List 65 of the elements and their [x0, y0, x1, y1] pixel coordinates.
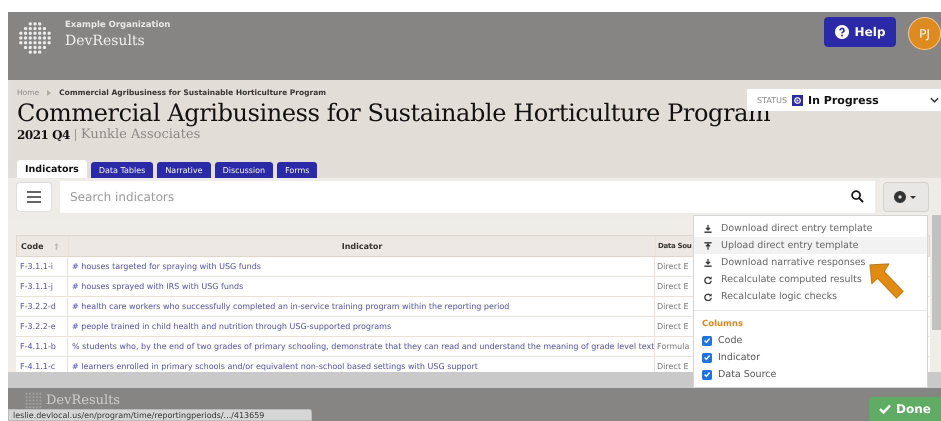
settings-button[interactable]	[883, 182, 929, 212]
indicator-code-link[interactable]: F-4.1.1-c	[20, 362, 56, 371]
help-button[interactable]: Help	[824, 17, 896, 47]
checkbox[interactable]	[702, 352, 712, 362]
column-header[interactable]: Indicator	[342, 242, 382, 250]
indicator-link[interactable]: # houses sprayed with IRS with USG funds	[72, 282, 244, 291]
footer-logo-text: DevResults	[46, 393, 120, 408]
indicator-code-link[interactable]: F-3.1.1-j	[20, 282, 53, 291]
indicator-link[interactable]: # health care workers who successfully completed an in-service training program within the reporting period	[72, 302, 510, 311]
refresh-icon	[704, 276, 712, 284]
checkbox[interactable]	[702, 336, 712, 346]
tab[interactable]: Indicators	[17, 160, 87, 178]
checkbox[interactable]	[702, 370, 712, 380]
status-select[interactable]: STATUS In Progress	[747, 89, 941, 111]
search-icon	[851, 190, 864, 203]
indicator-code-link[interactable]: F-4.1.1-b	[20, 342, 56, 351]
indicator-code-link[interactable]: F-3.2.2-d	[20, 302, 56, 311]
menu-item[interactable]: Download narrative responses	[694, 254, 927, 271]
table-cell: Direct E	[657, 302, 689, 311]
column-checkbox[interactable]: Code	[694, 332, 927, 349]
column-header[interactable]: Code	[21, 242, 44, 250]
organization-name: Example Organization	[65, 20, 170, 30]
breadcrumb-separator-icon	[47, 90, 52, 96]
menu-item[interactable]: Download direct entry template	[694, 220, 927, 237]
indicator-link[interactable]: % students who, by the end of two grades of primary schooling, demonstrate that they can read and understand the meaning of grade level text	[72, 342, 654, 351]
globe-logo-icon	[25, 392, 42, 409]
table-cell: Direct E	[657, 262, 689, 271]
menu-icon	[27, 191, 41, 203]
menu-button[interactable]	[16, 182, 52, 212]
settings-icon	[894, 191, 918, 203]
tab[interactable]: Discussion	[214, 162, 274, 178]
search-field[interactable]: Search indicators	[60, 181, 875, 213]
download-icon	[704, 224, 712, 232]
download-icon	[704, 258, 712, 266]
menu-section-heading: Columns	[701, 319, 744, 329]
menu-item[interactable]: Recalculate computed results	[694, 271, 927, 288]
status-url-tooltip: leslie.devlocal.us/en/program/time/reportingperiods/.../413659	[8, 409, 312, 421]
pointer-arrow-icon	[868, 261, 906, 301]
table-cell: Formula	[657, 342, 690, 351]
check-icon	[879, 404, 892, 414]
upload-icon	[704, 242, 712, 250]
indicator-link[interactable]: # houses targeted for spraying with USG funds	[72, 262, 261, 271]
indicator-code-link[interactable]: F-3.1.1-i	[20, 262, 53, 271]
chevron-down-icon	[930, 97, 939, 103]
table-cell: Direct E	[657, 362, 689, 371]
question-icon	[834, 25, 849, 39]
table-cell: Direct E	[657, 282, 689, 291]
menu-item[interactable]: Upload direct entry template	[694, 237, 927, 254]
reporting-period: 2021 Q4	[17, 128, 70, 142]
scrollbar[interactable]	[932, 215, 941, 330]
indicator-link[interactable]: # people trained in child health and nutrition through USG-supported programs	[72, 322, 392, 331]
app-name: DevResults	[65, 33, 146, 49]
tab[interactable]: Narrative	[157, 162, 211, 178]
globe-logo-icon	[18, 21, 52, 55]
indicator-link[interactable]: # learners enrolled in primary schools and/or equivalent non-school based settings with USG support	[72, 362, 478, 371]
indicator-code-link[interactable]: F-3.2.2-e	[20, 322, 56, 331]
play-status-icon	[792, 94, 804, 106]
column-checkbox[interactable]: Indicator	[694, 349, 927, 366]
refresh-icon	[704, 292, 712, 300]
partner-name: Kunkle Associates	[80, 127, 200, 142]
tab[interactable]: Data Tables	[90, 162, 154, 178]
table-cell: Direct E	[657, 322, 689, 331]
tab[interactable]: Forms	[277, 162, 318, 178]
column-checkbox[interactable]: Data Source	[694, 366, 927, 383]
menu-item[interactable]: Recalculate logic checks	[694, 288, 927, 305]
